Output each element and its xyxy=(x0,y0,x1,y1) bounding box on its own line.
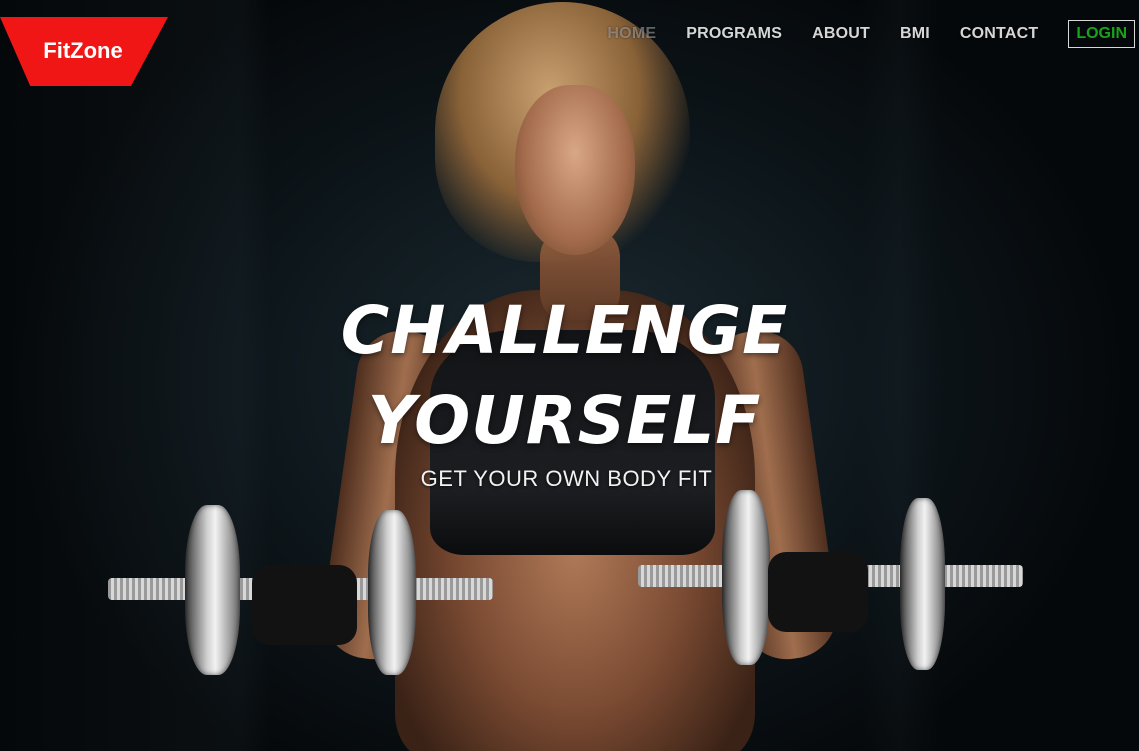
hero-headline: CHALLENGE YOURSELF xyxy=(0,286,1139,466)
hero-headline-line-1: CHALLENGE xyxy=(340,292,789,369)
login-button[interactable]: LOGIN xyxy=(1068,19,1135,48)
left-dumbbell-plate-outer xyxy=(185,505,240,675)
nav-item-about[interactable]: ABOUT xyxy=(812,25,870,43)
athlete-face xyxy=(515,85,635,255)
right-glove xyxy=(768,552,868,632)
hero-subheadline-text: GET YOUR OWN BODY FIT xyxy=(420,466,713,491)
hero-headline-line-2: YOURSELF xyxy=(367,382,762,459)
brand-logo-text: FitZone xyxy=(43,37,123,63)
main-navigation: HOME PROGRAMS ABOUT BMI CONTACT LOGIN xyxy=(607,18,1139,49)
hero-subheadline: GET YOUR OWN BODY FIT xyxy=(0,466,1139,492)
nav-item-home[interactable]: HOME xyxy=(607,25,656,43)
nav-item-bmi[interactable]: BMI xyxy=(900,25,930,43)
hero-section: FitZone HOME PROGRAMS ABOUT BMI CONTACT … xyxy=(0,0,1139,751)
left-dumbbell-plate-inner xyxy=(368,510,416,675)
nav-item-programs[interactable]: PROGRAMS xyxy=(686,25,782,43)
right-dumbbell-plate-inner xyxy=(722,490,770,665)
right-dumbbell-plate-outer xyxy=(900,498,945,670)
nav-item-contact[interactable]: CONTACT xyxy=(960,25,1038,43)
left-glove xyxy=(252,565,357,645)
